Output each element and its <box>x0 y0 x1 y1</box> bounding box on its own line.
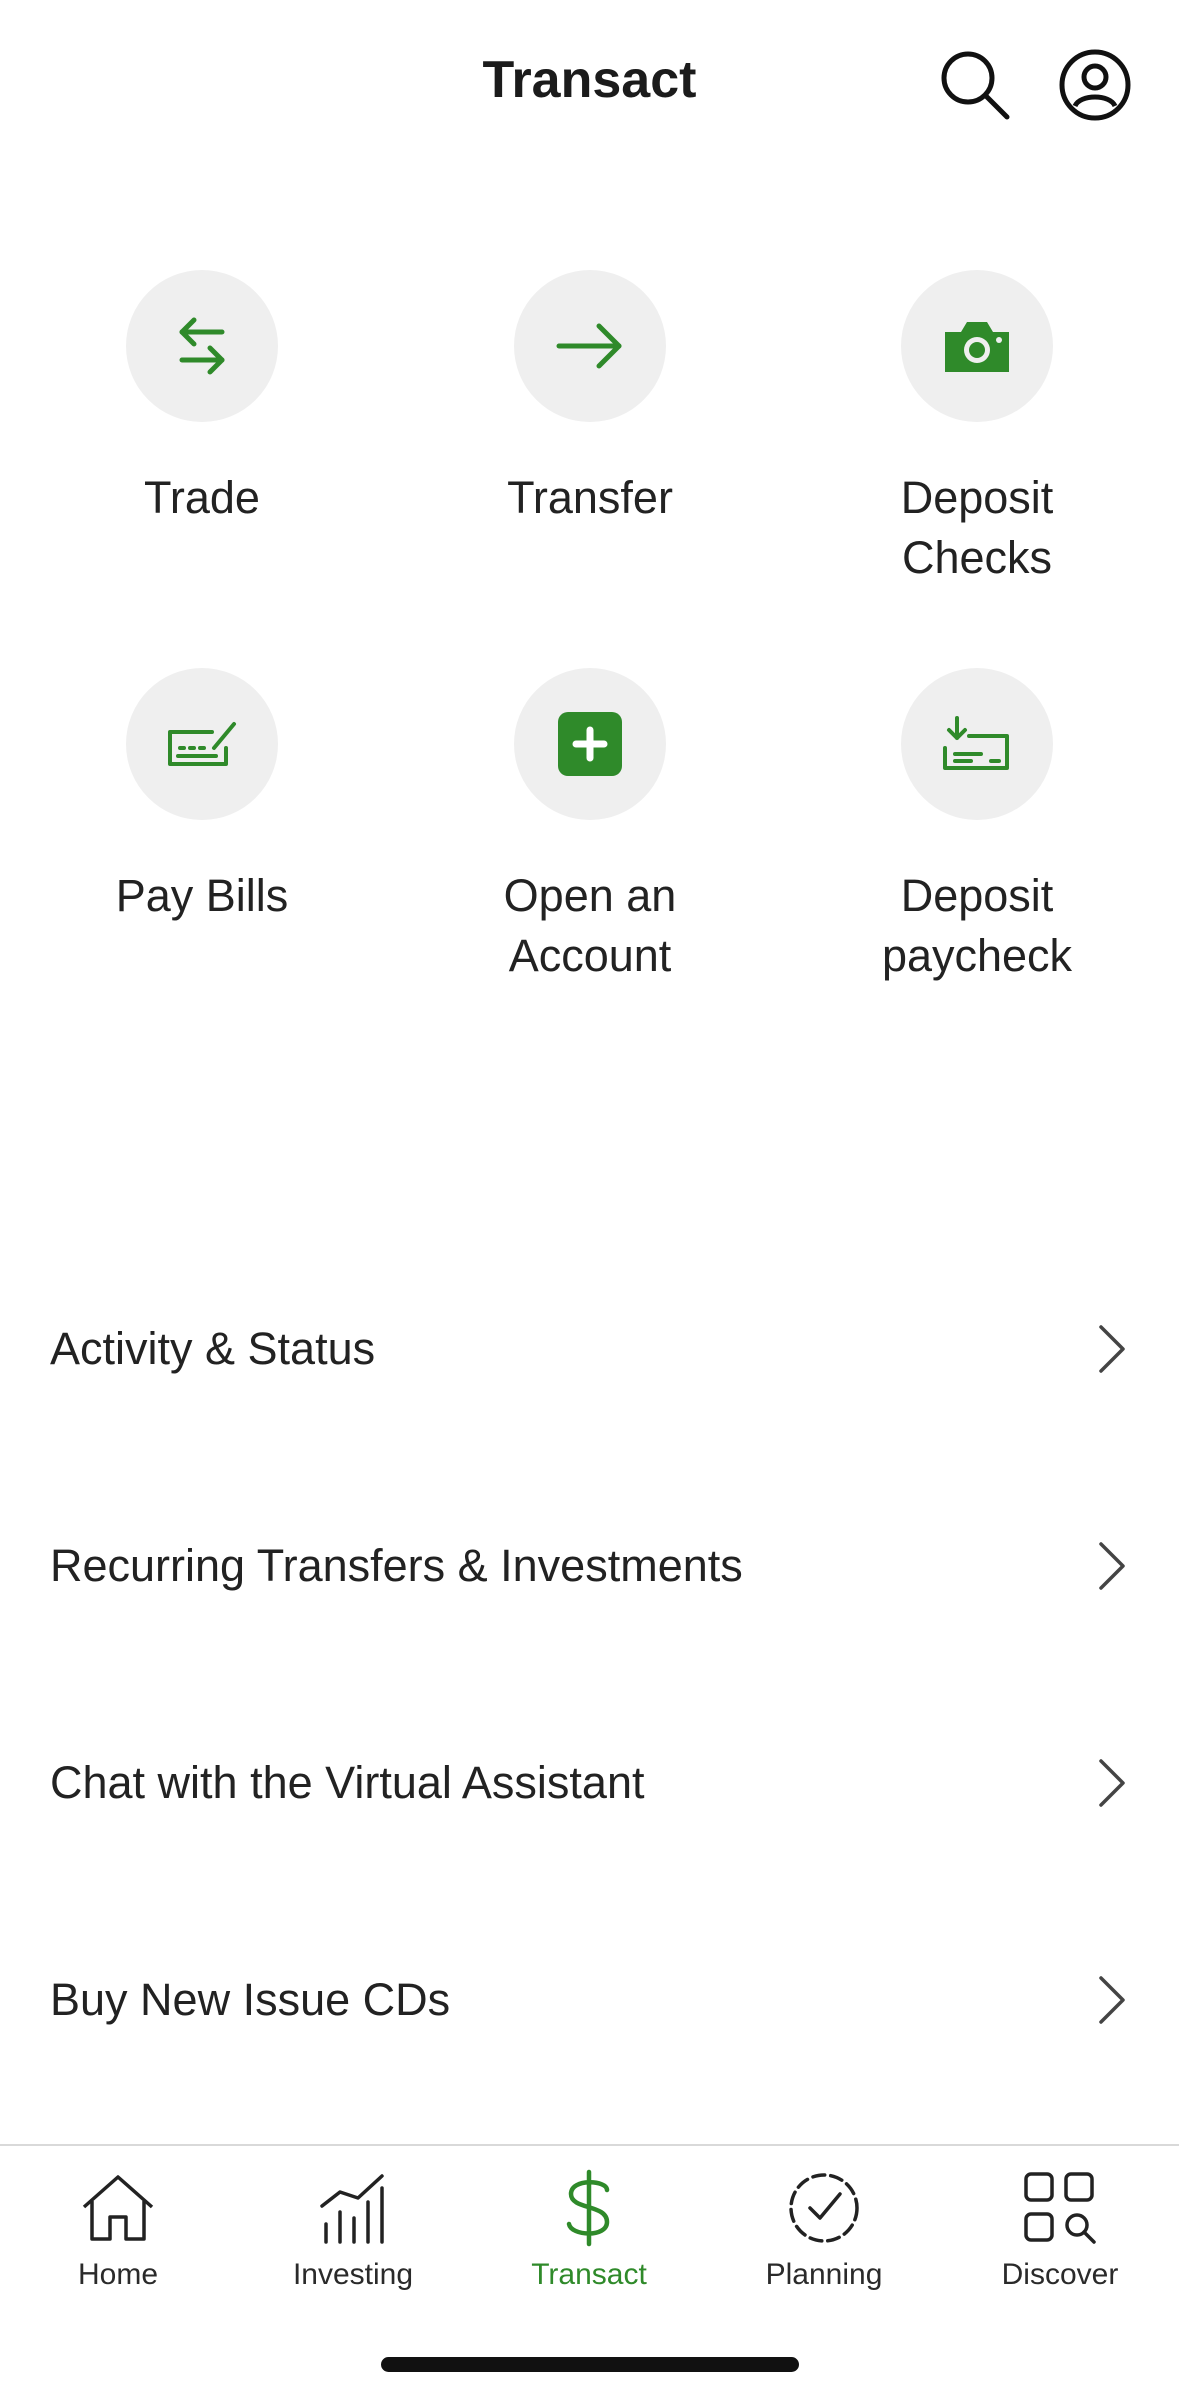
dollar-icon <box>566 2169 610 2247</box>
tab-label: Transact <box>531 2258 647 2291</box>
home-indicator[interactable] <box>381 2357 799 2372</box>
arrow-right-icon <box>556 323 622 369</box>
check-signature-icon <box>168 722 236 766</box>
chevron-right-icon <box>1099 1758 1125 1807</box>
menu-item-label: Activity & Status <box>50 1322 376 1374</box>
tab-discover[interactable]: Discover <box>960 2168 1160 2292</box>
deposit-checks-label: Deposit Checks <box>900 472 1054 583</box>
camera-icon <box>945 322 1009 372</box>
top-bar: Transact <box>0 0 1179 170</box>
tab-investing[interactable]: Investing <box>253 2168 453 2292</box>
chevron-right-icon <box>1099 1975 1125 2024</box>
menu-item-label: Chat with the Virtual Assistant <box>50 1756 645 1808</box>
check-circle-icon <box>789 2173 859 2243</box>
tab-label: Discover <box>1001 2258 1119 2291</box>
trade-icon-circle <box>126 270 278 422</box>
deposit-paycheck-button[interactable]: Deposit paycheck <box>797 668 1157 986</box>
profile-icon[interactable] <box>1054 44 1136 126</box>
house-icon <box>82 2175 154 2241</box>
menu-item-label: Buy New Issue CDs <box>50 1973 451 2025</box>
virtual-assistant-row[interactable]: Chat with the Virtual Assistant <box>0 1674 1179 1891</box>
recurring-transfers-row[interactable]: Recurring Transfers & Investments <box>0 1457 1179 1674</box>
plus-square-icon <box>558 712 622 776</box>
pay-bills-label: Pay Bills <box>115 870 289 921</box>
tab-label: Investing <box>292 2258 414 2291</box>
tab-label: Planning <box>765 2258 883 2291</box>
tab-home[interactable]: Home <box>18 2168 218 2292</box>
transfer-icon-circle <box>514 270 666 422</box>
pay-bills-button[interactable]: Pay Bills <box>22 668 382 926</box>
tab-transact[interactable]: Transact <box>489 2168 689 2292</box>
chevron-right-icon <box>1099 1324 1125 1373</box>
menu-item-label: Recurring Transfers & Investments <box>50 1539 743 1591</box>
open-account-label: Open an Account <box>503 870 677 981</box>
pay-bills-icon-circle <box>126 668 278 820</box>
tab-planning[interactable]: Planning <box>724 2168 924 2292</box>
buy-cds-row[interactable]: Buy New Issue CDs <box>0 1891 1179 2108</box>
chart-bars-icon <box>320 2174 384 2244</box>
transfer-button[interactable]: Transfer <box>410 270 770 528</box>
trade-label: Trade <box>144 472 260 523</box>
tab-label: Home <box>77 2258 159 2291</box>
trade-button[interactable]: Trade <box>22 270 382 528</box>
open-account-button[interactable]: Open an Account <box>410 668 770 986</box>
deposit-paycheck-icon-circle <box>901 668 1053 820</box>
paycheck-download-icon <box>943 716 1009 770</box>
search-icon[interactable] <box>934 44 1016 126</box>
deposit-checks-icon-circle <box>901 270 1053 422</box>
swap-arrows-icon <box>179 317 225 375</box>
grid-search-icon <box>1024 2172 1096 2244</box>
deposit-checks-button[interactable]: Deposit Checks <box>797 270 1157 588</box>
transact-menu-list: Activity & Status Recurring Transfers & … <box>0 1240 1179 2108</box>
deposit-paycheck-label: Deposit paycheck <box>881 870 1073 981</box>
open-account-icon-circle <box>514 668 666 820</box>
chevron-right-icon <box>1099 1541 1125 1590</box>
transfer-label: Transfer <box>507 472 673 523</box>
activity-status-row[interactable]: Activity & Status <box>0 1240 1179 1457</box>
